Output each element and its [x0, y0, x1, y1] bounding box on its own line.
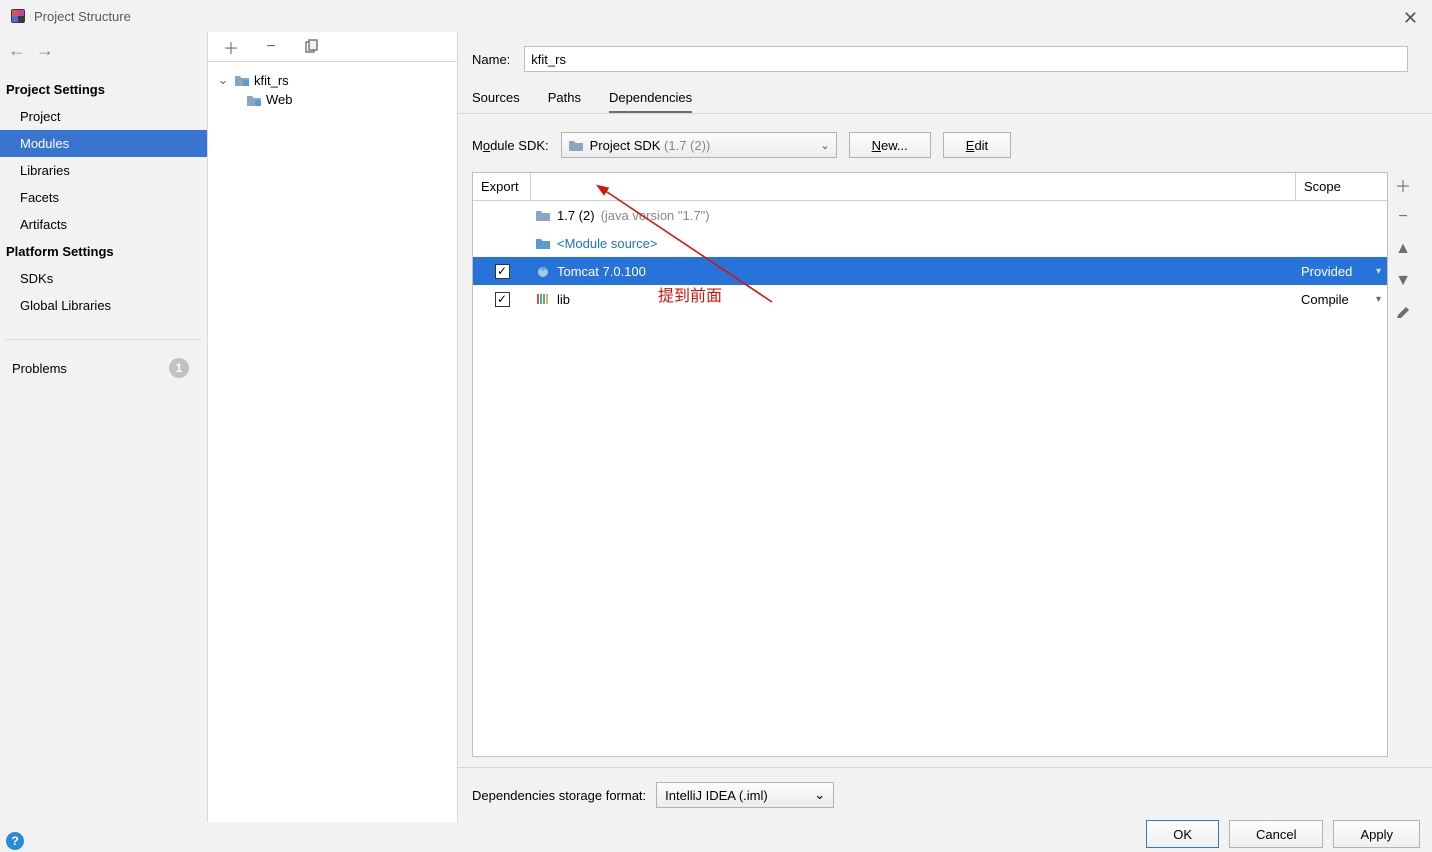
apply-button[interactable]: Apply [1333, 820, 1420, 848]
module-name-input[interactable] [524, 46, 1408, 72]
dep-scope-select[interactable]: Compile ▾ [1295, 292, 1387, 307]
dep-name-cell: Tomcat 7.0.100 [531, 264, 1295, 279]
dependencies-area: Export Scope 1.7 (2) (java version "1.7"… [458, 172, 1432, 757]
chevron-down-icon: ▾ [1376, 266, 1381, 277]
ok-button[interactable]: OK [1146, 820, 1219, 848]
problems-badge: 1 [169, 358, 189, 378]
remove-dependency-icon[interactable]: − [1392, 206, 1414, 228]
move-up-icon[interactable]: ▲ [1392, 238, 1414, 260]
dep-header-name [531, 173, 1295, 200]
nav-artifacts[interactable]: Artifacts [0, 211, 207, 238]
dep-name-cell: <Module source> [531, 236, 1295, 251]
folder-icon [535, 208, 551, 222]
dep-header-export[interactable]: Export [473, 173, 531, 200]
export-checkbox[interactable]: ✓ [495, 264, 510, 279]
back-icon[interactable]: ← [8, 41, 26, 59]
dep-scope-select[interactable]: Provided ▾ [1295, 264, 1387, 279]
nav-facets[interactable]: Facets [0, 184, 207, 211]
tab-dependencies[interactable]: Dependencies [609, 90, 692, 114]
tree-child-row[interactable]: Web [212, 90, 453, 109]
tomcat-icon [535, 264, 551, 278]
dependencies-table: Export Scope 1.7 (2) (java version "1.7"… [472, 172, 1388, 757]
edit-sdk-button[interactable]: Edit [943, 132, 1011, 158]
sdk-row: Module SDK: Project SDK (1.7 (2)) ⌄ New.… [458, 114, 1432, 172]
cancel-button[interactable]: Cancel [1229, 820, 1323, 848]
export-checkbox[interactable]: ✓ [495, 292, 510, 307]
copy-icon[interactable] [302, 38, 320, 56]
library-bars-icon [535, 292, 551, 306]
module-sdk-select[interactable]: Project SDK (1.7 (2)) ⌄ [561, 132, 837, 158]
section-project-settings: Project Settings [0, 76, 207, 103]
sdk-label: Module SDK: [472, 138, 549, 153]
new-sdk-button[interactable]: New... [849, 132, 931, 158]
add-dependency-icon[interactable]: ＋ [1392, 174, 1414, 196]
chevron-down-icon[interactable]: ⌄ [216, 72, 230, 88]
web-facet-icon [246, 93, 262, 107]
dep-row-sdk[interactable]: 1.7 (2) (java version "1.7") [473, 201, 1387, 229]
tree-body: ⌄ kfit_rs Web [208, 62, 457, 117]
storage-label: Dependencies storage format: [472, 788, 646, 803]
dep-side-toolbar: ＋ − ▲ ▼ [1388, 172, 1418, 757]
nav-modules[interactable]: Modules [0, 130, 207, 157]
sdk-select-text: Project SDK (1.7 (2)) [590, 138, 815, 153]
folder-icon [535, 236, 551, 250]
dep-row-lib[interactable]: ✓ lib Compile ▾ [473, 285, 1387, 313]
tree-root-row[interactable]: ⌄ kfit_rs [212, 70, 453, 90]
dep-header-scope[interactable]: Scope [1295, 173, 1387, 200]
content-panel: Name: Sources Paths Dependencies Module … [458, 32, 1432, 822]
tree-child-label: Web [266, 92, 293, 107]
nav-project[interactable]: Project [0, 103, 207, 130]
nav-sdks[interactable]: SDKs [0, 265, 207, 292]
dep-export-cell: ✓ [473, 264, 531, 279]
module-tree-panel: ＋ − ⌄ kfit_rs Web [208, 32, 458, 822]
add-icon[interactable]: ＋ [222, 38, 240, 56]
nav-global-libraries[interactable]: Global Libraries [0, 292, 207, 319]
dep-header: Export Scope [473, 173, 1387, 201]
chevron-down-icon: ▾ [1376, 294, 1381, 305]
help-icon[interactable]: ? [6, 832, 24, 850]
forward-icon[interactable]: → [36, 41, 54, 59]
storage-format-select[interactable]: IntelliJ IDEA (.iml) ⌄ [656, 782, 834, 808]
tree-toolbar: ＋ − [208, 32, 457, 62]
problems-label: Problems [12, 361, 67, 376]
chevron-down-icon: ⌄ [820, 139, 829, 152]
tree-root-label: kfit_rs [254, 73, 289, 88]
dep-row-tomcat[interactable]: ✓ Tomcat 7.0.100 Provided ▾ [473, 257, 1387, 285]
tabs: Sources Paths Dependencies [458, 80, 1432, 114]
name-label: Name: [472, 52, 510, 67]
dep-export-cell: ✓ [473, 292, 531, 307]
nav-problems[interactable]: Problems 1 [6, 339, 201, 384]
edit-dependency-icon[interactable] [1392, 302, 1414, 324]
dialog-button-bar: OK Cancel Apply [1146, 816, 1420, 852]
close-icon[interactable]: ✕ [1403, 8, 1418, 29]
module-folder-icon [234, 73, 250, 87]
titlebar: Project Structure ✕ [0, 0, 1432, 32]
tab-paths[interactable]: Paths [548, 90, 581, 114]
dep-row-module-source[interactable]: <Module source> [473, 229, 1387, 257]
intellij-icon [10, 8, 26, 24]
dep-name-cell: 1.7 (2) (java version "1.7") [531, 208, 1295, 223]
window-title: Project Structure [34, 9, 131, 24]
storage-row: Dependencies storage format: IntelliJ ID… [458, 767, 1432, 822]
nav-libraries[interactable]: Libraries [0, 157, 207, 184]
move-down-icon[interactable]: ▼ [1392, 270, 1414, 292]
left-sidebar: ← → Project Settings Project Modules Lib… [0, 32, 208, 822]
folder-icon [568, 138, 584, 152]
tab-sources[interactable]: Sources [472, 90, 520, 114]
remove-icon[interactable]: − [262, 38, 280, 56]
main-layout: ← → Project Settings Project Modules Lib… [0, 32, 1432, 822]
section-platform-settings: Platform Settings [0, 238, 207, 265]
dep-name-cell: lib [531, 292, 1295, 307]
chevron-down-icon: ⌄ [814, 787, 825, 803]
nav-toolbar: ← → [0, 36, 207, 64]
name-row: Name: [458, 32, 1432, 80]
